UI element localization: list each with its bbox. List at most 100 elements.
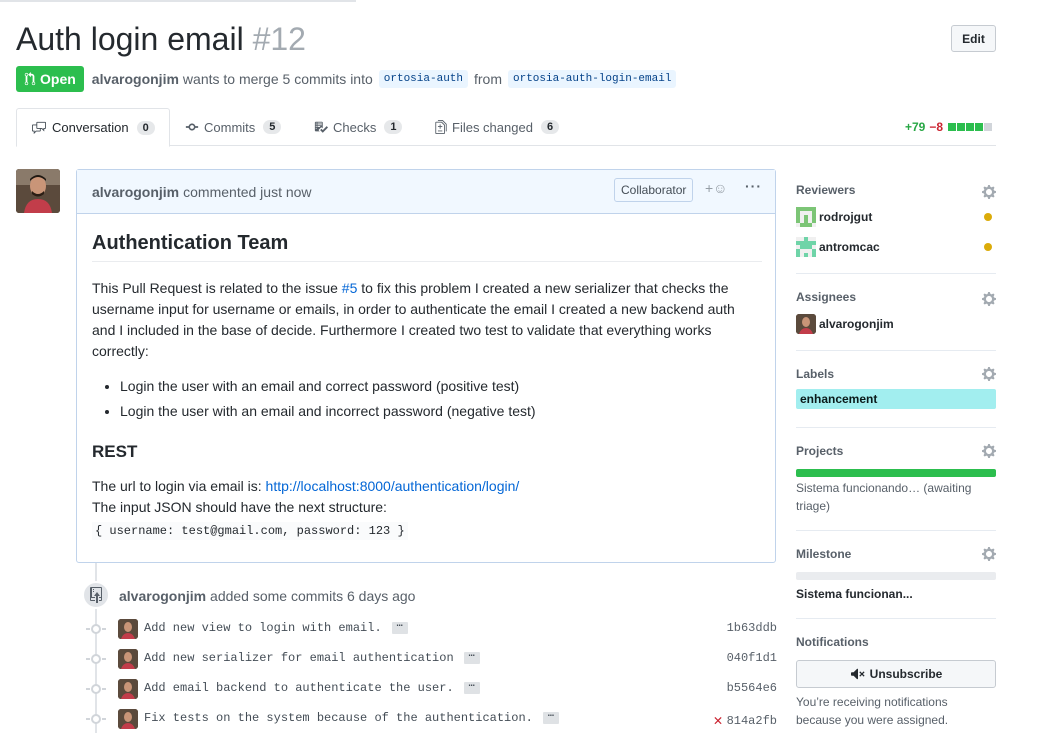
sidebar-heading: Reviewers <box>796 183 856 197</box>
commit-message: Add new serializer for email authenticat… <box>144 649 480 665</box>
commit-sha-link[interactable]: 040f1d1 <box>727 651 777 665</box>
commit-message-link[interactable]: Fix tests on the system because of the a… <box>144 711 533 725</box>
add-reaction-icon[interactable]: +☺ <box>705 180 727 196</box>
sidebar-milestone: Milestone Sistema funcionan... <box>796 546 996 606</box>
pr-number: #12 <box>252 21 306 57</box>
top-border <box>0 0 356 2</box>
commit-author-avatar[interactable] <box>118 709 138 729</box>
comment-author-avatar[interactable] <box>16 169 60 213</box>
pr-meta: Open alvarogonjim wants to merge 5 commi… <box>16 66 682 92</box>
timeline-event: alvarogonjim added some commits 6 days a… <box>119 588 415 604</box>
diffstat-block <box>948 123 956 131</box>
diffstat: +79 −8 <box>905 120 992 134</box>
reviewer-name: rodrojgut <box>819 210 873 224</box>
sidebar-divider <box>796 273 996 274</box>
expand-commit-button[interactable]: … <box>391 619 408 634</box>
tab-checks[interactable]: Checks 1 <box>314 108 403 146</box>
expand-commit-button[interactable]: … <box>542 709 559 724</box>
gear-icon[interactable] <box>982 184 996 200</box>
label-enhancement[interactable]: enhancement <box>796 389 996 409</box>
reviewer-identicon <box>796 207 816 227</box>
comment-header: alvarogonjim commented just now Collabor… <box>77 170 775 214</box>
paragraph-text: This Pull Request is related to the issu… <box>92 280 342 296</box>
gear-icon[interactable] <box>982 443 996 459</box>
tab-files-changed[interactable]: Files changed 6 <box>435 108 560 146</box>
notification-reason: You’re receiving notifications because y… <box>796 695 949 727</box>
review-pending-icon <box>984 213 992 221</box>
timeline-action: added some commits 6 days ago <box>210 588 416 604</box>
commit-sha-link[interactable]: b5564e6 <box>727 681 777 695</box>
url-paragraph: The url to login via email is: http://lo… <box>92 476 762 497</box>
reviewer-item[interactable]: antromcac <box>796 237 996 257</box>
unsubscribe-button[interactable]: Unsubscribe <box>796 660 996 688</box>
list-item: Login the user with an email and correct… <box>120 376 762 397</box>
tab-counter: 0 <box>136 120 155 135</box>
commit-message: Add email backend to authenticate the us… <box>144 679 480 695</box>
sidebar-labels: Labels enhancement <box>796 366 996 416</box>
commit-author-avatar[interactable] <box>118 679 138 699</box>
diffstat-block <box>966 123 974 131</box>
diffstat-block <box>984 123 992 131</box>
commit-sha-link[interactable]: 814a2fb <box>727 714 777 728</box>
commit-message: Add new view to login with email. … <box>144 619 408 635</box>
tab-label: Commits <box>204 119 256 135</box>
page-title: Auth login email #12 <box>16 20 306 58</box>
state-label: Open <box>40 71 76 87</box>
timeline-author-link[interactable]: alvarogonjim <box>119 588 206 604</box>
head-branch[interactable]: ortosia-auth-login-email <box>508 70 677 88</box>
gear-icon[interactable] <box>982 366 996 382</box>
commit-message-link[interactable]: Add email backend to authenticate the us… <box>144 681 454 695</box>
diffstat-block <box>957 123 965 131</box>
commit-sha: b5564e6 <box>727 681 777 695</box>
project-name-link[interactable]: Sistema funcionando… (awaiting triage) <box>796 479 986 515</box>
list-item: Login the user with an email and incorre… <box>120 401 762 422</box>
git-pull-request-icon <box>24 72 36 86</box>
gear-icon[interactable] <box>982 546 996 562</box>
tab-label: Checks <box>333 119 377 135</box>
edit-button[interactable]: Edit <box>951 25 996 52</box>
comment-heading: Authentication Team <box>92 232 762 262</box>
sidebar-divider <box>796 350 996 351</box>
assignee-item[interactable]: alvarogonjim <box>796 314 996 334</box>
commit-sha-link[interactable]: 1b63ddb <box>727 621 777 635</box>
expand-commit-button[interactable]: … <box>463 679 480 694</box>
commit-row: Fix tests on the system because of the a… <box>86 708 777 730</box>
gear-icon[interactable] <box>982 291 996 307</box>
pr-author-link[interactable]: alvarogonjim <box>92 71 179 87</box>
comment-paragraph: This Pull Request is related to the issu… <box>92 278 762 362</box>
commit-message-link[interactable]: Add new view to login with email. <box>144 621 382 635</box>
avatar-photo <box>796 314 816 334</box>
base-branch[interactable]: ortosia-auth <box>378 70 468 88</box>
test-list: Login the user with an email and correct… <box>92 376 762 422</box>
commit-row: Add email backend to authenticate the us… <box>86 678 777 700</box>
tab-counter: 1 <box>384 120 403 134</box>
reviewer-item[interactable]: rodrojgut <box>796 207 996 227</box>
comment-options-icon[interactable]: ··· <box>745 178 762 194</box>
repo-push-icon <box>90 587 102 603</box>
pr-title: Auth login email <box>16 21 244 57</box>
issue-link[interactable]: #5 <box>342 280 358 296</box>
role-badge: Collaborator <box>614 178 694 202</box>
diffstat-additions: +79 <box>904 120 926 134</box>
commit-author-avatar[interactable] <box>118 619 138 639</box>
tab-conversation[interactable]: Conversation 0 <box>16 108 170 147</box>
commit-dot-icon <box>86 624 106 634</box>
check-failed-icon[interactable]: ✕ <box>714 711 723 730</box>
commit-sha: 040f1d1 <box>727 651 777 665</box>
sidebar-heading: Notifications <box>796 635 869 649</box>
commit-sha: ✕ 814a2fb <box>714 711 777 730</box>
commit-author-avatar[interactable] <box>118 649 138 669</box>
milestone-progress-bar <box>796 572 996 580</box>
merge-text: wants to merge 5 commits into <box>182 71 373 87</box>
progress-fill <box>796 469 996 477</box>
assignee-avatar <box>796 314 816 334</box>
tab-commits[interactable]: Commits 5 <box>185 108 282 146</box>
json-code: { username: test@gmail.com, password: 12… <box>92 522 408 540</box>
comment-author-link[interactable]: alvarogonjim <box>92 184 179 200</box>
commit-message-link[interactable]: Add new serializer for email authenticat… <box>144 651 454 665</box>
diffstat-deletions: −8 <box>929 120 943 134</box>
login-url-link[interactable]: http://localhost:8000/authentication/log… <box>266 478 520 494</box>
expand-commit-button[interactable]: … <box>463 649 480 664</box>
milestone-name-link[interactable]: Sistema funcionan... <box>796 585 913 603</box>
sidebar-heading: Milestone <box>796 547 852 561</box>
